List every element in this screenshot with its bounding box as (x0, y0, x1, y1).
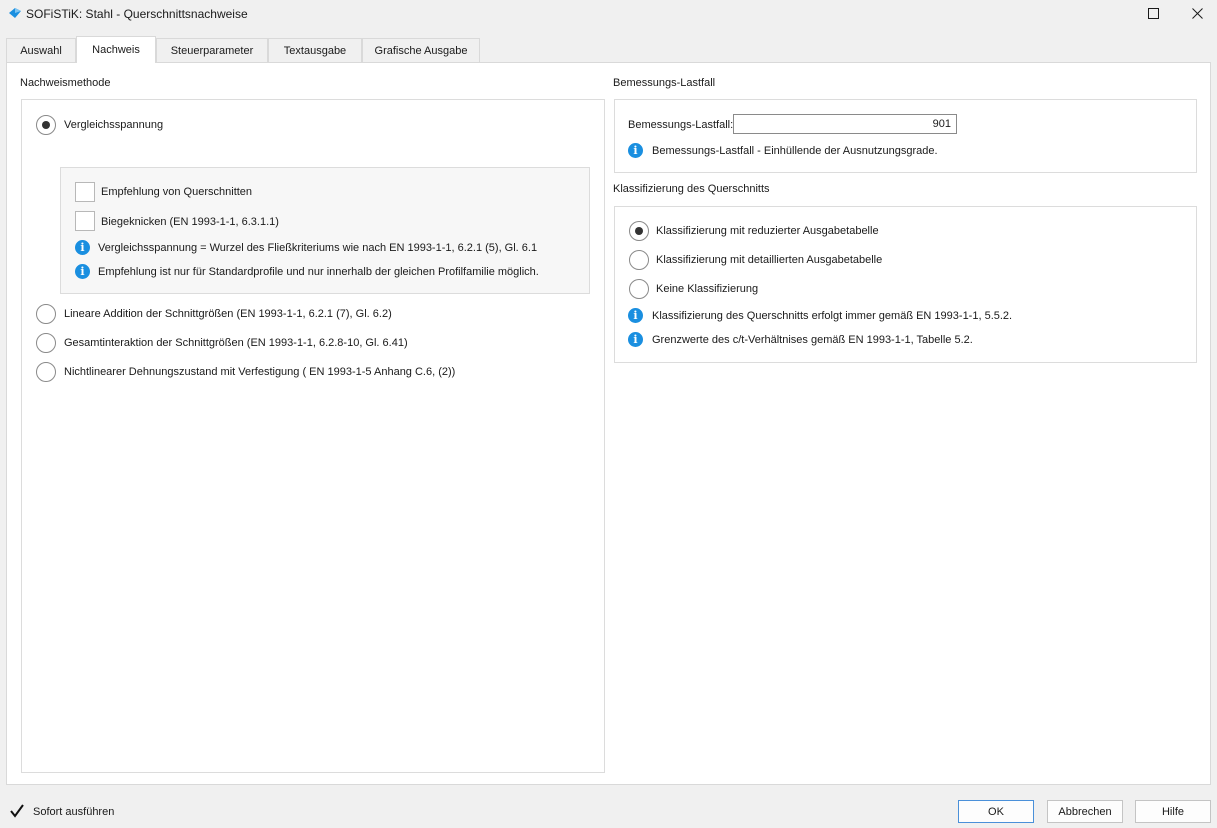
radio-klass-keine[interactable] (629, 279, 649, 299)
maximize-button[interactable] (1131, 0, 1175, 26)
tab-nachweis[interactable]: Nachweis (76, 36, 156, 63)
radio-gesamtinteraktion[interactable] (36, 333, 56, 353)
lastfall-info: Bemessungs-Lastfall - Einhüllende der Au… (652, 145, 938, 157)
klassifizierung-info-1: Klassifizierung des Querschnitts erfolgt… (652, 310, 1013, 322)
nachweismethode-heading: Nachweismethode (20, 77, 111, 89)
sofistik-logo-icon (9, 8, 21, 18)
klassifizierung-group: Klassifizierung mit reduzierter Ausgabet… (614, 206, 1197, 363)
maximize-icon (1147, 7, 1159, 19)
info-icon: i (75, 240, 90, 255)
lastfall-field-label: Bemessungs-Lastfall: (628, 119, 734, 131)
window-title: SOFiSTiK: Stahl - Querschnittsnachweise (26, 7, 248, 21)
close-button[interactable] (1175, 0, 1217, 26)
nichtlinear-label[interactable]: Nichtlinearer Dehnungszustand mit Verfes… (64, 366, 455, 378)
radio-vergleichsspannung[interactable] (36, 115, 56, 135)
sofort-label[interactable]: Sofort ausführen (33, 806, 114, 818)
close-icon (1191, 7, 1203, 19)
nachweismethode-group: Vergleichsspannung Empfehlung von Quersc… (21, 99, 605, 773)
lineare-addition-label[interactable]: Lineare Addition der Schnittgrößen (EN 1… (64, 308, 392, 320)
lastfall-heading: Bemessungs-Lastfall (613, 77, 716, 89)
klass-reduziert-label[interactable]: Klassifizierung mit reduzierter Ausgabet… (656, 225, 879, 237)
tab-auswahl[interactable]: Auswahl (6, 38, 76, 62)
nachweis-panel: Nachweismethode Vergleichsspannung Empfe… (6, 62, 1211, 785)
vergleichsspannung-options: Empfehlung von Querschnitten Biegeknicke… (60, 167, 590, 294)
checkmark-icon (10, 804, 24, 818)
tab-steuerparameter[interactable]: Steuerparameter (156, 38, 268, 62)
gesamtinteraktion-label[interactable]: Gesamtinteraktion der Schnittgrößen (EN … (64, 337, 408, 349)
cancel-button[interactable]: Abbrechen (1047, 800, 1123, 823)
title-bar: SOFiSTiK: Stahl - Querschnittsnachweise (0, 0, 1217, 28)
radio-klass-detailliert[interactable] (629, 250, 649, 270)
help-button[interactable]: Hilfe (1135, 800, 1211, 823)
klass-detailliert-label[interactable]: Klassifizierung mit detaillierten Ausgab… (656, 254, 882, 266)
vergleichsspannung-info: Vergleichsspannung = Wurzel des Fließkri… (98, 242, 538, 254)
radio-lineare-addition[interactable] (36, 304, 56, 324)
radio-klass-reduziert[interactable] (629, 221, 649, 241)
klass-keine-label[interactable]: Keine Klassifizierung (656, 283, 758, 295)
ok-button[interactable]: OK (958, 800, 1034, 823)
info-icon: i (75, 264, 90, 279)
sofort-checkbox[interactable] (8, 802, 26, 820)
info-icon: i (628, 143, 643, 158)
empfehlung-checkbox[interactable] (75, 182, 95, 202)
biegeknicken-checkbox[interactable] (75, 211, 95, 231)
empfehlung-info: Empfehlung ist nur für Standardprofile u… (98, 266, 539, 278)
lastfall-input[interactable] (733, 114, 957, 134)
klassifizierung-heading: Klassifizierung des Querschnitts (613, 183, 770, 195)
tab-grafische-ausgabe[interactable]: Grafische Ausgabe (362, 38, 480, 62)
vergleichsspannung-label[interactable]: Vergleichsspannung (64, 119, 163, 131)
info-icon: i (628, 308, 643, 323)
info-icon: i (628, 332, 643, 347)
biegeknicken-label[interactable]: Biegeknicken (EN 1993-1-1, 6.3.1.1) (101, 216, 279, 228)
tab-textausgabe[interactable]: Textausgabe (268, 38, 362, 62)
klassifizierung-info-2: Grenzwerte des c/t-Verhältnises gemäß EN… (652, 334, 973, 346)
radio-nichtlinear[interactable] (36, 362, 56, 382)
empfehlung-label[interactable]: Empfehlung von Querschnitten (101, 186, 252, 198)
lastfall-group: Bemessungs-Lastfall: i Bemessungs-Lastfa… (614, 99, 1197, 173)
